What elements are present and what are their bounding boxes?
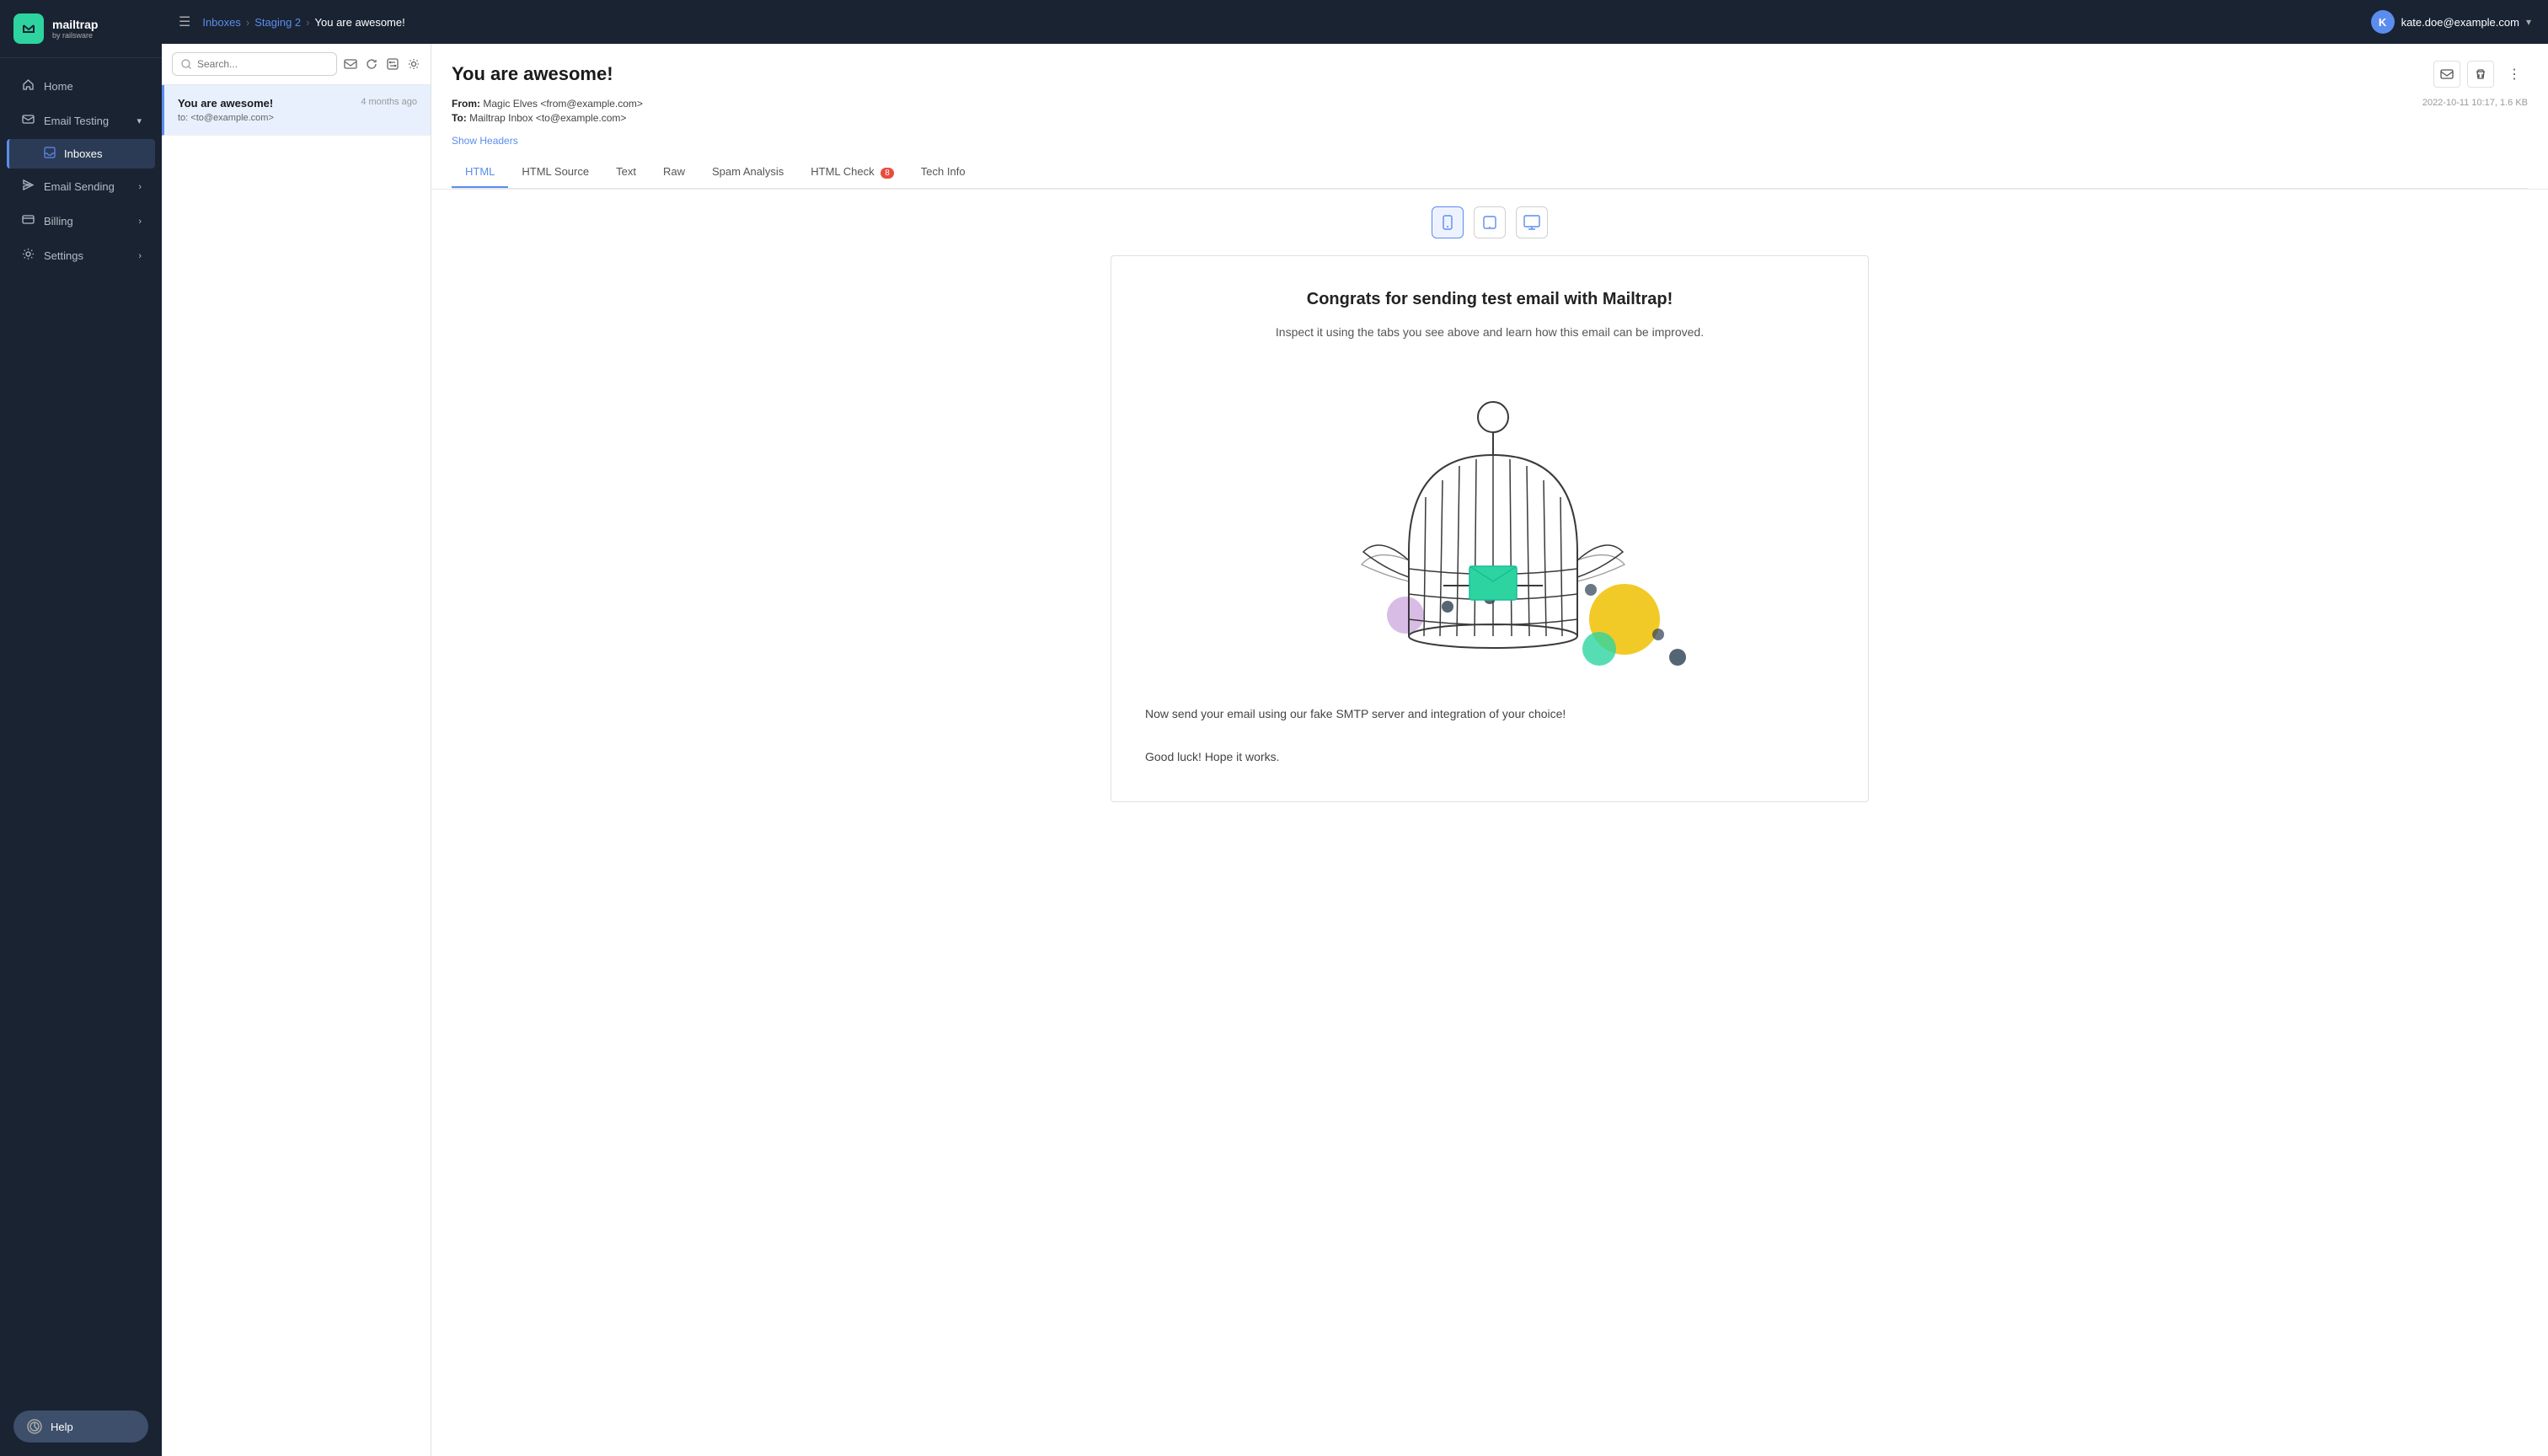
sidebar: mailtrap by railsware Home Email Testing… xyxy=(0,0,162,1456)
email-list-panel: You are awesome! 4 months ago to: <to@ex… xyxy=(162,44,431,1456)
logo-main: mailtrap xyxy=(52,18,98,31)
tab-spam-analysis[interactable]: Spam Analysis xyxy=(699,157,797,188)
email-detail-title: You are awesome! xyxy=(452,63,613,85)
device-switcher xyxy=(452,206,2528,238)
email-from: Magic Elves <from@example.com> xyxy=(483,98,643,110)
compose-icon[interactable] xyxy=(344,52,358,76)
smtp-text: Now send your email using our fake SMTP … xyxy=(1145,704,1834,725)
email-sending-chevron: › xyxy=(138,182,142,192)
email-testing-icon xyxy=(20,113,35,129)
sidebar-item-email-testing[interactable]: Email Testing ▾ xyxy=(7,104,155,137)
help-label: Help xyxy=(51,1421,73,1433)
sidebar-item-email-sending-label: Email Sending xyxy=(44,180,115,193)
user-avatar: K xyxy=(2371,10,2395,34)
home-icon xyxy=(20,78,35,94)
search-icon xyxy=(181,59,192,70)
refresh-icon[interactable] xyxy=(365,52,379,76)
tab-text[interactable]: Text xyxy=(602,157,650,188)
email-detail-header: You are awesome! ⋮ From: Ma xyxy=(431,44,2548,190)
more-actions-button[interactable]: ⋮ xyxy=(2501,61,2528,88)
email-testing-chevron: ▾ xyxy=(136,115,142,126)
email-preview: Congrats for sending test email with Mai… xyxy=(1111,255,1869,802)
email-list-toolbar xyxy=(162,44,431,85)
delete-action-button[interactable] xyxy=(2467,61,2494,88)
detail-actions: ⋮ xyxy=(2433,61,2528,88)
billing-icon xyxy=(20,213,35,229)
main-area: ☰ Inboxes › Staging 2 › You are awesome!… xyxy=(162,0,2548,1456)
good-luck-text: Good luck! Hope it works. xyxy=(1145,747,1834,768)
email-date: 2022-10-11 10:17, 1.6 KB xyxy=(2422,98,2528,108)
logo-sub: by railsware xyxy=(52,31,98,40)
breadcrumb-sep2: › xyxy=(306,16,309,29)
tab-html-check[interactable]: HTML Check 8 xyxy=(797,157,907,188)
sidebar-nav: Home Email Testing ▾ Inboxes Email Sendi… xyxy=(0,58,162,1397)
search-box[interactable] xyxy=(172,52,337,76)
sidebar-item-billing[interactable]: Billing › xyxy=(7,205,155,238)
email-item-subject: You are awesome! xyxy=(178,97,273,110)
help-button[interactable]: Help xyxy=(13,1410,148,1443)
topbar: ☰ Inboxes › Staging 2 › You are awesome!… xyxy=(162,0,2548,44)
settings-icon xyxy=(20,248,35,264)
mobile-view-button[interactable] xyxy=(1432,206,1464,238)
logo-text: mailtrap by railsware xyxy=(52,18,98,40)
email-item-header: You are awesome! 4 months ago xyxy=(178,97,417,110)
breadcrumb-inboxes[interactable]: Inboxes xyxy=(202,16,241,29)
sidebar-item-inboxes[interactable]: Inboxes xyxy=(7,139,155,169)
tab-tech-info[interactable]: Tech Info xyxy=(907,157,979,188)
email-body-area: Congrats for sending test email with Mai… xyxy=(431,190,2548,1456)
search-input[interactable] xyxy=(197,58,328,70)
tab-html-source[interactable]: HTML Source xyxy=(508,157,602,188)
email-to-row: To: Mailtrap Inbox <to@example.com> xyxy=(452,112,643,124)
breadcrumb-sep1: › xyxy=(246,16,249,29)
sidebar-item-email-testing-label: Email Testing xyxy=(44,115,109,127)
content-area: You are awesome! 4 months ago to: <to@ex… xyxy=(162,44,2548,1456)
email-to-detail: Mailtrap Inbox <to@example.com> xyxy=(469,112,626,124)
email-meta: From: Magic Elves <from@example.com> To:… xyxy=(452,98,643,126)
email-congrats-title: Congrats for sending test email with Mai… xyxy=(1145,290,1834,309)
breadcrumb: ☰ Inboxes › Staging 2 › You are awesome! xyxy=(179,13,405,30)
html-check-badge: 8 xyxy=(881,168,894,179)
filter-icon[interactable] xyxy=(386,52,400,76)
breadcrumb-current: You are awesome! xyxy=(315,16,405,29)
tab-raw[interactable]: Raw xyxy=(650,157,699,188)
show-headers-link[interactable]: Show Headers xyxy=(452,135,518,147)
inboxes-icon xyxy=(44,147,56,161)
logo-icon xyxy=(13,13,44,44)
sidebar-item-settings[interactable]: Settings › xyxy=(7,239,155,272)
sidebar-item-inboxes-label: Inboxes xyxy=(64,147,103,160)
desktop-view-button[interactable] xyxy=(1516,206,1548,238)
email-from-row: From: Magic Elves <from@example.com> xyxy=(452,98,643,110)
sidebar-item-home[interactable]: Home xyxy=(7,70,155,103)
hamburger-icon[interactable]: ☰ xyxy=(179,13,190,30)
tabs-row: HTML HTML Source Text Raw Spam Analysis … xyxy=(452,157,2528,189)
user-email: kate.doe@example.com xyxy=(2401,16,2519,29)
billing-chevron: › xyxy=(138,217,142,227)
email-preview-body: Now send your email using our fake SMTP … xyxy=(1145,704,1834,768)
email-detail: You are awesome! ⋮ From: Ma xyxy=(431,44,2548,1456)
user-menu[interactable]: K kate.doe@example.com ▾ xyxy=(2371,10,2531,34)
email-list-item[interactable]: You are awesome! 4 months ago to: <to@ex… xyxy=(162,85,431,136)
email-sending-icon xyxy=(20,179,35,195)
sidebar-item-home-label: Home xyxy=(44,80,73,93)
email-item-time: 4 months ago xyxy=(361,97,417,107)
gear-icon[interactable] xyxy=(406,52,420,76)
email-congrats-text: Inspect it using the tabs you see above … xyxy=(1145,323,1834,341)
logo: mailtrap by railsware xyxy=(0,0,162,58)
sidebar-item-settings-label: Settings xyxy=(44,249,83,262)
sidebar-item-billing-label: Billing xyxy=(44,215,73,228)
cage-illustration xyxy=(1145,367,1834,678)
email-item-to: to: <to@example.com> xyxy=(178,113,417,123)
tablet-view-button[interactable] xyxy=(1474,206,1506,238)
breadcrumb-staging2[interactable]: Staging 2 xyxy=(254,16,301,29)
tab-html[interactable]: HTML xyxy=(452,157,508,188)
forward-action-button[interactable] xyxy=(2433,61,2460,88)
sidebar-item-email-sending[interactable]: Email Sending › xyxy=(7,170,155,203)
email-detail-title-row: You are awesome! ⋮ xyxy=(452,61,2528,88)
user-chevron-icon: ▾ xyxy=(2526,16,2531,28)
settings-chevron: › xyxy=(138,251,142,261)
